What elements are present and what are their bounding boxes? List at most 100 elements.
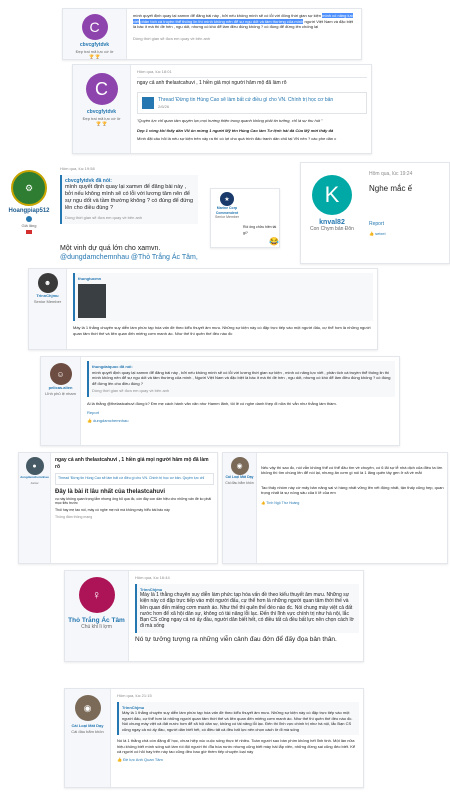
- divider: [137, 76, 367, 78]
- post-time[interactable]: Hôm qua, lúc 21:15: [117, 693, 359, 699]
- post-text: Rồi ông chửu hiên tài gì?: [243, 225, 277, 235]
- avatar[interactable]: ♀: [78, 577, 115, 613]
- post-screenshot-9: ◉ Cái Loại Mất Dạy Cái đầu bẩm khôn Hôm …: [64, 688, 364, 788]
- user-title: Senior Member: [33, 298, 62, 304]
- thread-quote-2: Dẹp 1 vòng khi thấy dân VN ủn mừng 1 ngư…: [137, 127, 334, 133]
- avatar[interactable]: ★: [220, 192, 234, 206]
- user-panel: C cbvcgfytdvk Đẹp trai mã lực cờ lờ 🏆 🏆: [63, 9, 127, 59]
- post-screenshot-1: C cbvcgfytdvk Đẹp trai mã lực cờ lờ 🏆 🏆 …: [62, 8, 362, 60]
- user-panel: ⚙ Hoangpiap512 Giả lăng: [0, 162, 58, 236]
- user-title: Cái đầu bẩm khôn: [225, 480, 254, 485]
- reply-mentions[interactable]: @dungdamchemnhau @Thỏ Trắng Ác Tâm,: [60, 253, 200, 262]
- post-text: Nó là 1 thằng chả còn đặng đĩ học, chưa …: [117, 738, 356, 754]
- post-screenshot-4: K knval82 Con Chym bản Đôn Hôm qua, lúc …: [300, 162, 450, 264]
- laughing-emoji-icon: 😂: [269, 237, 279, 246]
- user-panel: ★ Marine Corp Commendent Senior Member: [213, 192, 241, 221]
- user-panel: ◉ Cái Loại Mất Dạy Cái đầu bẩm khôn: [223, 453, 257, 563]
- headline: Đây là bài ít lâu nhất của thelastcahuvi: [55, 488, 166, 495]
- avatar[interactable]: ⚙: [11, 170, 47, 206]
- post-text: Nghe mắc ế: [369, 183, 413, 193]
- post-time[interactable]: Hôm qua, lúc 18:01: [137, 69, 367, 75]
- avatar[interactable]: C: [85, 73, 118, 105]
- report-link[interactable]: Report: [87, 410, 395, 416]
- quote-signature: Dòng thời gian sẽ đưa em quay về bên anh: [92, 388, 170, 393]
- post-screenshot-7b: ◉ Cái Loại Mất Dạy Cái đầu bẩm khôn Nếu …: [222, 452, 448, 564]
- avatar[interactable]: ●: [25, 457, 44, 475]
- post-screenshot-8: ♀ Thỏ Trắng Ác Tâm Chú khỉ lì lợm Hôm qu…: [64, 570, 364, 662]
- post-body: Nếu vậy thì sao đc, nói vẫn không thể có…: [261, 457, 444, 507]
- user-panel: K knval82 Con Chym bản Đôn: [301, 163, 363, 232]
- post-screenshot-3: ⚙ Hoangpiap512 Giả lăng Hôm qua, lúc 19:…: [0, 162, 200, 267]
- username[interactable]: Marine Corp Commendent: [213, 206, 241, 215]
- report-link[interactable]: Report: [369, 221, 445, 228]
- post-text: Ai là thằng @thelastcahuvi đúng k? Đm mẹ…: [87, 400, 337, 406]
- avatar[interactable]: ◉: [230, 457, 249, 475]
- post-body: Hôm qua, lúc 19:58 cbvcgfytdvk đã nói: m…: [60, 166, 198, 224]
- avatar[interactable]: ☺: [49, 363, 72, 385]
- post-text: Nếu vậy thì sao đc, nói vẫn không thể có…: [261, 465, 443, 475]
- thread-embed[interactable]: Thread 'Đừng tin Hùng Cao sẽ làm bất cứ …: [55, 473, 214, 485]
- post-body: ngay cả anh thelastcahuvi , 1 hiền giả m…: [55, 457, 214, 521]
- user-badges: 🏆 🏆: [95, 121, 108, 126]
- thread-quote-1: "Quyền lực chỉ quan tâm quyền lực,mọi hư…: [137, 118, 323, 123]
- thread-date: 2/6/26: [158, 103, 170, 109]
- reaction-bar[interactable]: 👍 Đề lực Anh Quan Tâm: [117, 757, 359, 763]
- username[interactable]: knval82: [301, 219, 363, 226]
- post-body: Hôm qua, lúc 21:15 TrinnChjmu Mày là 1 t…: [117, 693, 359, 762]
- username[interactable]: Cái Loại Mất Dạy: [65, 723, 110, 729]
- user-title: Giả lăng: [21, 222, 37, 228]
- quote-text: Mày là 1 thằng chuyên suy diễn làm phức …: [140, 592, 354, 630]
- reaction-bar[interactable]: 👍 dungdamchemnhau: [87, 418, 395, 424]
- avatar[interactable]: K: [312, 175, 352, 215]
- post-screenshot-3b: ★ Marine Corp Commendent Senior Member R…: [210, 188, 280, 248]
- reply-line-1: Một vinh dự quá lớn cho xamvn.: [60, 245, 161, 252]
- flag-icon: [26, 230, 32, 234]
- user-title: Lĩnh phủ lệ nham: [45, 390, 76, 396]
- user-title: Junior: [30, 480, 39, 485]
- avatar[interactable]: ◉: [74, 695, 101, 721]
- post-text: Mày là 1 thằng chuyên suy diễn làm phức …: [73, 325, 371, 336]
- post-time[interactable]: Hôm qua, lúc 19:58: [60, 166, 198, 172]
- user-title: Senior Member: [215, 215, 239, 219]
- post-body: thungdaiquoc đã nói: mình quyết định qua…: [87, 361, 395, 423]
- reaction-bar[interactable]: 👍 Tình Ngộ Thư Hoàng: [261, 501, 444, 507]
- quote-signature: Dòng thời gian sẽ đưa em quay về bên anh: [65, 215, 143, 220]
- thread-icon: [142, 97, 154, 109]
- body-text: vụ này không quan trọng lắm nhưng ông bỏ…: [55, 496, 212, 506]
- thread-embed[interactable]: Thread 'Đừng tin Hùng Cao sẽ làm bất cứ …: [137, 92, 367, 114]
- username[interactable]: Cái Loại Mất Dạy: [223, 475, 256, 481]
- user-panel: ☻ TrinnChjmu Senior Member: [29, 269, 67, 349]
- user-panel: ♀ Thỏ Trắng Ác Tâm Chú khỉ lì lợm: [65, 571, 129, 661]
- reaction-bar[interactable]: 👍 setxei: [369, 231, 445, 237]
- post-text: Nó tự tưởng tượng ra những viễn cảnh đau…: [135, 635, 337, 643]
- post-time[interactable]: Hôm qua, lúc 16:44: [135, 575, 359, 581]
- user-title: Cái đầu bẩm khôn: [71, 728, 104, 734]
- body-text-2: Thói hay mẹ tao nói, mày có nghe mẹ nói …: [55, 507, 170, 512]
- thread-title[interactable]: Thread 'Đừng tin Hùng Cao sẽ làm bất cứ …: [158, 97, 333, 104]
- avatar[interactable]: C: [81, 14, 108, 40]
- user-panel: ◉ Cái Loại Mất Dạy Cái đầu bẩm khôn: [65, 689, 111, 787]
- username[interactable]: Hoangpiap512: [0, 208, 58, 215]
- quote-author[interactable]: thungtucmn: [78, 276, 370, 282]
- post-text-2: Tao thấy nhóm này cờ mấy bản năng sai vì…: [261, 485, 444, 495]
- post-body: Rồi ông chửu hiên tài gì?: [243, 225, 277, 236]
- verified-icon: [26, 215, 32, 222]
- avatar[interactable]: ☻: [37, 273, 58, 293]
- post-body: Hôm qua, lúc 16:44 TrinnChjmu Mày là 1 t…: [135, 575, 359, 644]
- quote-block: thungtucmn: [73, 273, 373, 321]
- quoted-image: [78, 283, 106, 318]
- quote-block: TrinnChjmu Mày là 1 thằng chuyên suy diễ…: [117, 701, 359, 735]
- post-text: mình quyết định quay lại xamvn để đăng b…: [133, 13, 354, 29]
- quote-block: TrinnChjmu Mày là 1 thằng chuyên suy diễ…: [135, 583, 359, 633]
- username[interactable]: dungdamchemnhau: [19, 475, 50, 481]
- thread-quote-3: Mình đặt câu hỏi là nếu sự kiện trên xảy…: [137, 136, 337, 141]
- post-screenshot-6: ☺ pelicas.alien Lĩnh phủ lệ nham thungda…: [40, 356, 400, 446]
- post-body: mình quyết định quay lại xamvn để đăng b…: [133, 13, 357, 41]
- post-screenshot-7a: ● dungdamchemnhau Junior ngay cả anh the…: [18, 452, 218, 564]
- quote-block: thungdaiquoc đã nói: mình quyết định qua…: [87, 361, 395, 397]
- post-time[interactable]: Hôm qua, lúc 19:24: [369, 171, 445, 178]
- quote-block: cbvcgfytdvk đã nói: mình quyết định quay…: [60, 174, 198, 224]
- post-body: Hôm qua, lúc 18:01 ngay cả anh thelastca…: [137, 69, 367, 142]
- post-body: thungtucmn Mày là 1 thằng chuyên suy diễ…: [73, 273, 373, 336]
- username[interactable]: Thỏ Trắng Ác Tâm: [65, 617, 128, 624]
